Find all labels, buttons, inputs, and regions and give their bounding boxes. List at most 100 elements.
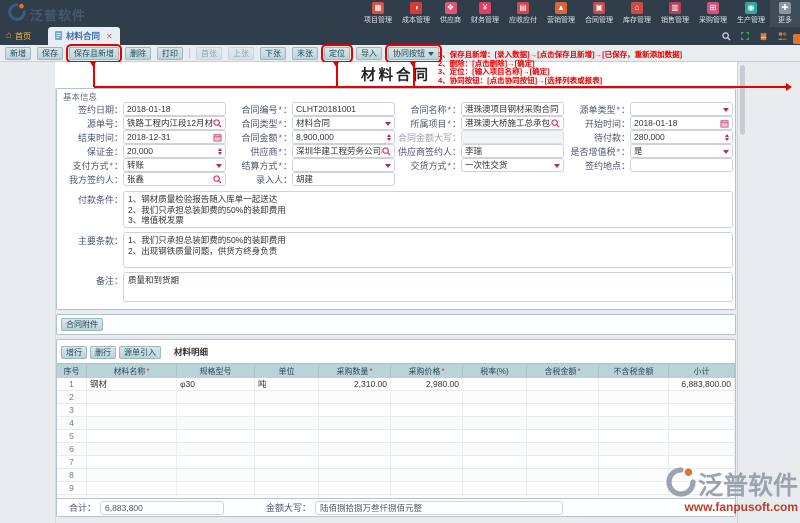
cell[interactable] <box>463 456 527 469</box>
scrollbar-thumb[interactable] <box>740 65 745 135</box>
cell[interactable] <box>527 378 599 391</box>
cell[interactable] <box>177 430 255 443</box>
field-settle-method[interactable] <box>292 158 395 172</box>
close-icon[interactable]: ✕ <box>106 32 113 41</box>
cell[interactable] <box>669 443 735 456</box>
menu-item-10[interactable]: ⊞采购管理 <box>694 0 732 27</box>
menu-item-6[interactable]: ▲营销管理 <box>542 0 580 27</box>
menu-item-8[interactable]: ⌂库存管理 <box>618 0 656 27</box>
cell[interactable] <box>87 404 177 417</box>
cell[interactable] <box>527 469 599 482</box>
cell[interactable]: 8 <box>57 469 87 482</box>
textarea-payment-terms[interactable]: 1、钢材质量检验报告随入库单一起送达 2、我们只承担总装卸费的50%的装卸费用 … <box>123 191 733 228</box>
cell[interactable] <box>599 443 669 456</box>
field-contract-type[interactable]: 材料合同 <box>292 116 395 130</box>
cell[interactable] <box>177 456 255 469</box>
cell[interactable] <box>319 495 391 497</box>
cell[interactable]: 6,883,800.00 <box>669 378 735 391</box>
cell[interactable]: 7 <box>57 456 87 469</box>
cell[interactable] <box>255 430 319 443</box>
cell[interactable] <box>87 430 177 443</box>
cell[interactable] <box>87 417 177 430</box>
cell[interactable] <box>255 417 319 430</box>
field-source-type[interactable] <box>630 102 733 116</box>
cell[interactable] <box>669 495 735 497</box>
field-vat[interactable]: 是 <box>630 144 733 158</box>
field-entry-person[interactable]: 胡建 <box>292 172 395 186</box>
field-supplier-signer[interactable]: 李瑞 <box>461 144 564 158</box>
cell[interactable] <box>319 417 391 430</box>
cell[interactable] <box>463 391 527 404</box>
locate-button[interactable]: 定位 <box>324 47 350 60</box>
cell[interactable] <box>255 469 319 482</box>
cell[interactable] <box>599 469 669 482</box>
cell[interactable] <box>669 456 735 469</box>
cell[interactable] <box>177 443 255 456</box>
cell[interactable] <box>599 391 669 404</box>
cell[interactable] <box>87 495 177 497</box>
cell[interactable] <box>463 404 527 417</box>
cell[interactable] <box>177 417 255 430</box>
home-button[interactable]: ⌂ 首页 <box>6 27 31 45</box>
cell[interactable]: 钢材 <box>87 378 177 391</box>
menu-item-7[interactable]: ▣合同管理 <box>580 0 618 27</box>
cell[interactable] <box>669 404 735 417</box>
field-delivery-method[interactable]: 一次性交货 <box>461 158 564 172</box>
import-button[interactable]: 导入 <box>356 47 382 60</box>
delete-row-button[interactable]: 删行 <box>90 346 116 359</box>
cell[interactable] <box>463 417 527 430</box>
attachment-button[interactable]: 合同附件 <box>61 318 103 331</box>
vest-icon[interactable] <box>759 32 768 41</box>
cell[interactable] <box>319 443 391 456</box>
field-amount-caps[interactable] <box>461 130 564 144</box>
cell[interactable] <box>463 430 527 443</box>
search-icon[interactable] <box>722 32 731 41</box>
cell[interactable] <box>391 391 463 404</box>
cell[interactable] <box>391 456 463 469</box>
cell[interactable] <box>669 430 735 443</box>
collaborate-button[interactable]: 协同按钮 <box>388 47 439 60</box>
cell[interactable] <box>599 495 669 497</box>
field-contract-no[interactable]: CLHT20181001 <box>292 102 395 116</box>
field-sign-place[interactable] <box>630 158 733 172</box>
cell[interactable] <box>319 404 391 417</box>
last-button[interactable]: 末张 <box>292 47 318 60</box>
cell[interactable]: 吨 <box>255 378 319 391</box>
cell[interactable]: 3 <box>57 404 87 417</box>
cell[interactable] <box>177 469 255 482</box>
cell[interactable] <box>391 482 463 495</box>
cell[interactable] <box>255 391 319 404</box>
cell[interactable] <box>87 469 177 482</box>
field-pending-pay[interactable]: 280,000 <box>630 130 733 144</box>
cell[interactable] <box>527 417 599 430</box>
cell[interactable] <box>669 391 735 404</box>
cell[interactable] <box>391 443 463 456</box>
cell[interactable] <box>87 482 177 495</box>
cell[interactable] <box>527 443 599 456</box>
cell[interactable]: 6 <box>57 443 87 456</box>
cell[interactable] <box>669 417 735 430</box>
total-input[interactable] <box>100 501 224 515</box>
cell[interactable]: 1 <box>57 378 87 391</box>
new-button[interactable]: 新增 <box>5 47 31 60</box>
cell[interactable] <box>463 443 527 456</box>
cell[interactable] <box>599 456 669 469</box>
print-button[interactable]: 打印 <box>157 47 183 60</box>
cell[interactable]: φ30 <box>177 378 255 391</box>
delete-button[interactable]: 删除 <box>125 47 151 60</box>
field-contract-name[interactable]: 港珠澳项目钢材采购合同 <box>461 102 564 116</box>
field-start-date[interactable]: 2018-01-18 <box>630 116 733 130</box>
field-supplier[interactable]: 深圳华建工程劳务公司租赁 <box>292 144 395 158</box>
cell[interactable]: 2 <box>57 391 87 404</box>
field-end-date[interactable]: 2018-12-31 <box>123 130 226 144</box>
cell[interactable] <box>391 469 463 482</box>
menu-item-11[interactable]: ◉生产管理 <box>732 0 770 27</box>
cell[interactable]: 4 <box>57 417 87 430</box>
menu-item-9[interactable]: ▥销售管理 <box>656 0 694 27</box>
import-source-button[interactable]: 源单引入 <box>119 346 161 359</box>
menu-item-12[interactable]: ✚更多 <box>770 0 800 27</box>
cell[interactable]: 2,980.00 <box>391 378 463 391</box>
cell[interactable] <box>463 378 527 391</box>
cell[interactable] <box>527 404 599 417</box>
cell[interactable] <box>87 391 177 404</box>
